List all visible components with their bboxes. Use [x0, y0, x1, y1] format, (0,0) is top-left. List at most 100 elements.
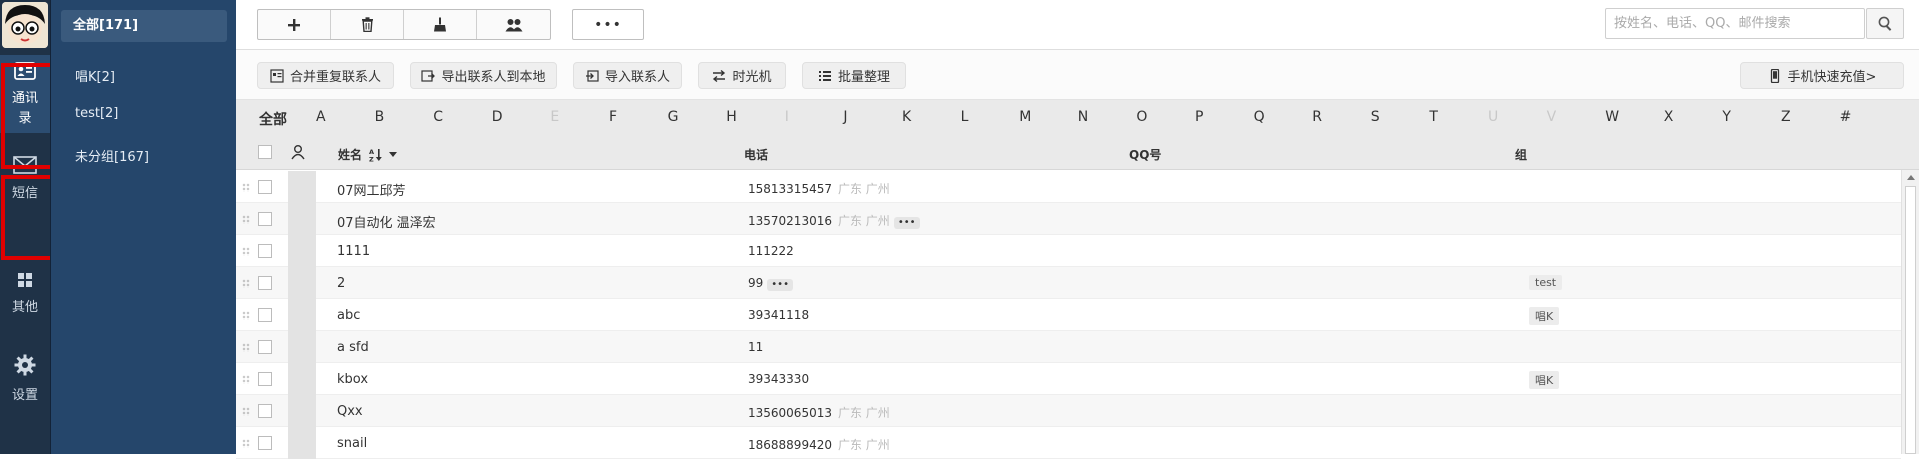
- table-row[interactable]: kbox 39343330 唱K: [236, 363, 1901, 395]
- alpha-filter-o[interactable]: O: [1136, 109, 1147, 125]
- alpha-filter-z[interactable]: Z: [1781, 109, 1791, 125]
- column-header-group[interactable]: 组: [1515, 146, 1527, 163]
- drag-handle-icon[interactable]: [242, 183, 250, 192]
- contact-name[interactable]: Qxx: [337, 404, 363, 419]
- drag-handle-icon[interactable]: [242, 343, 250, 352]
- more-phones-icon[interactable]: •••: [893, 217, 920, 229]
- alpha-filter-s[interactable]: S: [1371, 109, 1380, 125]
- alpha-filter-n[interactable]: N: [1078, 109, 1088, 125]
- alpha-filter-d[interactable]: D: [492, 109, 503, 125]
- export-contacts-button[interactable]: 导出联系人到本地: [410, 62, 557, 89]
- column-header-name[interactable]: 姓名 AZ: [338, 146, 398, 164]
- contact-name[interactable]: kbox: [337, 372, 368, 387]
- alpha-filter-f[interactable]: F: [609, 109, 617, 125]
- rail-item-other[interactable]: 其他: [0, 272, 50, 324]
- contact-avatar: [288, 363, 316, 395]
- alpha-filter-l[interactable]: L: [961, 109, 969, 125]
- group-item-test[interactable]: test[2]: [75, 106, 118, 121]
- alpha-filter-r[interactable]: R: [1312, 109, 1322, 125]
- more-phones-icon[interactable]: •••: [767, 279, 793, 291]
- table-row[interactable]: Qxx 13560065013 广东 广州: [236, 395, 1901, 427]
- drag-handle-icon[interactable]: [242, 375, 250, 384]
- alpha-filter-m[interactable]: M: [1019, 109, 1031, 125]
- contact-name[interactable]: 1111: [337, 244, 370, 259]
- alpha-filter-b[interactable]: B: [375, 109, 385, 125]
- table-row[interactable]: abc 39341118 唱K: [236, 299, 1901, 331]
- contact-name[interactable]: 07自动化 温泽宏: [337, 212, 436, 231]
- contact-phone: 18688899420 广东 广州: [748, 436, 890, 453]
- group-contacts-button[interactable]: [477, 10, 550, 39]
- alpha-filter-a[interactable]: A: [316, 109, 326, 125]
- contact-name[interactable]: snail: [337, 436, 367, 451]
- column-header-qq[interactable]: QQ号: [1129, 146, 1161, 163]
- caret-down-icon[interactable]: [389, 152, 398, 158]
- alpha-filter-p[interactable]: P: [1195, 109, 1203, 125]
- drag-handle-icon[interactable]: [242, 439, 250, 448]
- mobile-phone-icon: [1770, 68, 1779, 83]
- search-input[interactable]: 按姓名、电话、QQ、邮件搜索: [1605, 8, 1865, 39]
- alpha-filter-g[interactable]: G: [668, 109, 679, 125]
- delete-contact-button[interactable]: [331, 10, 404, 39]
- alpha-filter-k[interactable]: K: [902, 109, 911, 125]
- group-item-ungrouped[interactable]: 未分组[167]: [75, 146, 149, 165]
- vertical-scrollbar[interactable]: [1901, 170, 1919, 454]
- drag-handle-icon[interactable]: [242, 247, 250, 256]
- drag-handle-icon[interactable]: [242, 215, 250, 224]
- table-row[interactable]: 07自动化 温泽宏 13570213016 广东 广州 •••: [236, 203, 1901, 235]
- search-button[interactable]: [1866, 8, 1904, 39]
- more-options-button[interactable]: •••: [572, 9, 644, 40]
- rail-item-sms[interactable]: 短信: [0, 150, 50, 208]
- table-row[interactable]: 07网工邱芳 15813315457 广东 广州: [236, 171, 1901, 203]
- scrollbar-thumb[interactable]: [1905, 186, 1916, 454]
- row-checkbox[interactable]: [258, 180, 272, 194]
- import-contacts-button[interactable]: 导入联系人: [573, 62, 682, 89]
- row-checkbox[interactable]: [258, 308, 272, 322]
- alpha-filter-q[interactable]: Q: [1254, 109, 1265, 125]
- alpha-filter-y[interactable]: Y: [1722, 109, 1731, 125]
- batch-organize-button[interactable]: 批量整理: [802, 62, 906, 89]
- group-item-karaoke[interactable]: 唱K[2]: [75, 66, 115, 85]
- phone-recharge-button[interactable]: 手机快速充值>: [1740, 62, 1904, 89]
- add-contact-button[interactable]: [258, 10, 331, 39]
- rail-item-settings[interactable]: 设置: [0, 354, 50, 406]
- contact-name[interactable]: 07网工邱芳: [337, 180, 406, 199]
- alpha-filter-w[interactable]: W: [1605, 109, 1619, 125]
- table-row[interactable]: 2 99 ••• test: [236, 267, 1901, 299]
- table-row[interactable]: 1111 111222: [236, 235, 1901, 267]
- row-checkbox[interactable]: [258, 372, 272, 386]
- table-row[interactable]: snail 18688899420 广东 广州: [236, 427, 1901, 459]
- row-checkbox[interactable]: [258, 340, 272, 354]
- sort-az-icon[interactable]: AZ: [369, 148, 385, 164]
- row-checkbox[interactable]: [258, 244, 272, 258]
- merge-duplicates-button[interactable]: 合并重复联系人: [257, 62, 394, 89]
- rail-item-contacts[interactable]: 通讯录: [0, 55, 50, 133]
- alpha-filter-h[interactable]: H: [726, 109, 737, 125]
- alpha-filter-all[interactable]: 全部: [259, 109, 287, 129]
- row-checkbox[interactable]: [258, 404, 272, 418]
- contact-name[interactable]: abc: [337, 308, 360, 323]
- contact-name[interactable]: 2: [337, 276, 345, 291]
- time-machine-button[interactable]: 时光机: [698, 62, 786, 89]
- drag-handle-icon[interactable]: [242, 407, 250, 416]
- table-row[interactable]: a sfd 11: [236, 331, 1901, 363]
- row-checkbox[interactable]: [258, 212, 272, 226]
- alpha-filter-hash[interactable]: #: [1840, 109, 1852, 125]
- column-header-phone[interactable]: 电话: [744, 146, 768, 163]
- phone-location: 广东 广州: [837, 438, 890, 452]
- list-icon: [818, 70, 831, 81]
- drag-handle-icon[interactable]: [242, 311, 250, 320]
- alpha-filter-c[interactable]: C: [433, 109, 443, 125]
- scroll-up-arrow[interactable]: [1907, 175, 1915, 180]
- row-checkbox[interactable]: [258, 276, 272, 290]
- row-checkbox[interactable]: [258, 436, 272, 450]
- alpha-filter-j[interactable]: J: [843, 109, 847, 125]
- select-all-checkbox[interactable]: [258, 145, 272, 159]
- alpha-filter-x[interactable]: X: [1664, 109, 1674, 125]
- rail-item-label: 短信: [11, 186, 38, 201]
- contact-name[interactable]: a sfd: [337, 340, 369, 355]
- alpha-filter-t[interactable]: T: [1429, 109, 1438, 125]
- clean-contacts-button[interactable]: [404, 10, 477, 39]
- group-item-all[interactable]: 全部[171]: [61, 10, 227, 42]
- user-avatar[interactable]: [2, 2, 48, 48]
- drag-handle-icon[interactable]: [242, 279, 250, 288]
